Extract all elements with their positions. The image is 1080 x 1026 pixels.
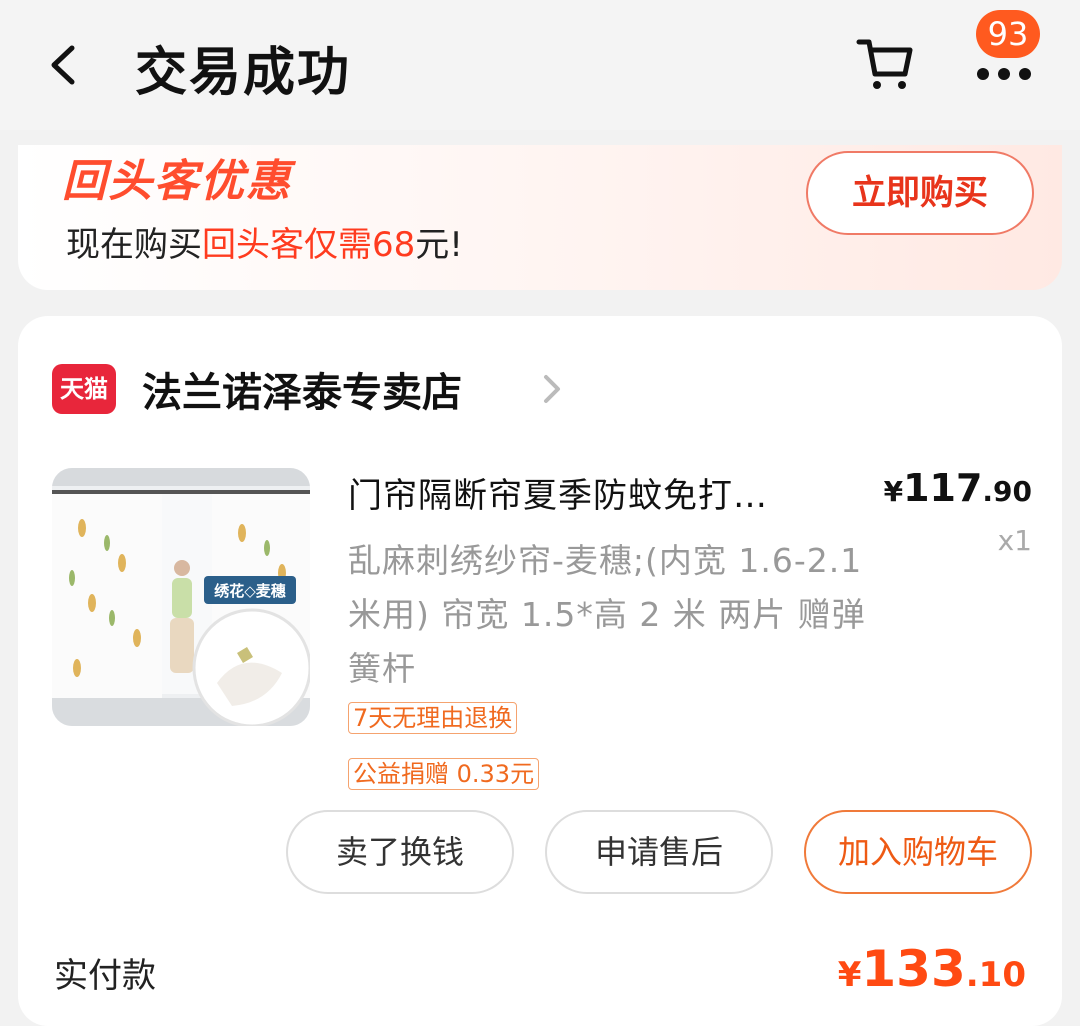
price-decimal: .90 [982, 475, 1032, 508]
promo-amount: 68 [372, 225, 416, 265]
back-icon[interactable] [42, 40, 92, 90]
returning-customer-promo: 回头客优惠 现在购买回头客仅需68元! 立即购买 [18, 145, 1062, 290]
chevron-right-icon[interactable] [538, 372, 566, 406]
page-title: 交易成功 [135, 43, 352, 103]
paid-decimal: .10 [965, 955, 1026, 995]
more-icon [977, 68, 1031, 80]
after-sale-button[interactable]: 申请售后 [545, 810, 773, 894]
shop-name[interactable]: 法兰诺泽泰专卖店 [142, 360, 462, 418]
tmall-logo: 天猫 [52, 364, 116, 414]
more-menu[interactable]: 93 [972, 10, 1052, 90]
product-quantity: x1 [997, 524, 1032, 557]
product-image-label: 绣花◇麦穗 [213, 582, 286, 600]
price-currency: ¥ [883, 475, 904, 508]
promo-text-highlight: 回头客仅需 [202, 225, 372, 265]
product-variant: 乱麻刺绣纱帘-麦穗;(内宽 1.6-2.1米用) 帘宽 1.5*高 2 米 两片… [348, 541, 866, 688]
sell-button[interactable]: 卖了换钱 [286, 810, 514, 894]
message-count-badge: 93 [976, 10, 1040, 58]
paid-amount-label: 实付款 [54, 956, 156, 996]
cart-icon[interactable] [855, 36, 915, 92]
order-card: 天猫 法兰诺泽泰专卖店 绣花◇麦穗 门帘隔断帘夏季防蚊免打… ¥117.90 x… [18, 316, 1062, 1026]
promo-text: 现在购买回头客仅需68元! [66, 217, 463, 266]
paid-amount: ¥133.10 [838, 940, 1026, 998]
promo-title: 回头客优惠 [62, 156, 292, 207]
product-title[interactable]: 门帘隔断帘夏季防蚊免打… [348, 468, 848, 517]
paid-currency: ¥ [837, 955, 862, 995]
paid-integer: 133 [861, 940, 966, 998]
price-integer: 117 [903, 466, 983, 510]
product-photo: 绣花◇麦穗 [52, 468, 310, 726]
top-nav: 交易成功 93 [0, 0, 1080, 130]
product-price: ¥117.90 [884, 466, 1032, 510]
charity-donation-tag: 公益捐赠 0.33元 [348, 758, 540, 790]
promo-text-prefix: 现在购买 [66, 225, 202, 265]
add-to-cart-button[interactable]: 加入购物车 [804, 810, 1032, 894]
buy-now-button[interactable]: 立即购买 [806, 151, 1034, 235]
product-image[interactable]: 绣花◇麦穗 [52, 468, 310, 726]
promo-text-suffix: 元! [415, 225, 463, 265]
return-policy-tag: 7天无理由退换 [348, 702, 518, 734]
